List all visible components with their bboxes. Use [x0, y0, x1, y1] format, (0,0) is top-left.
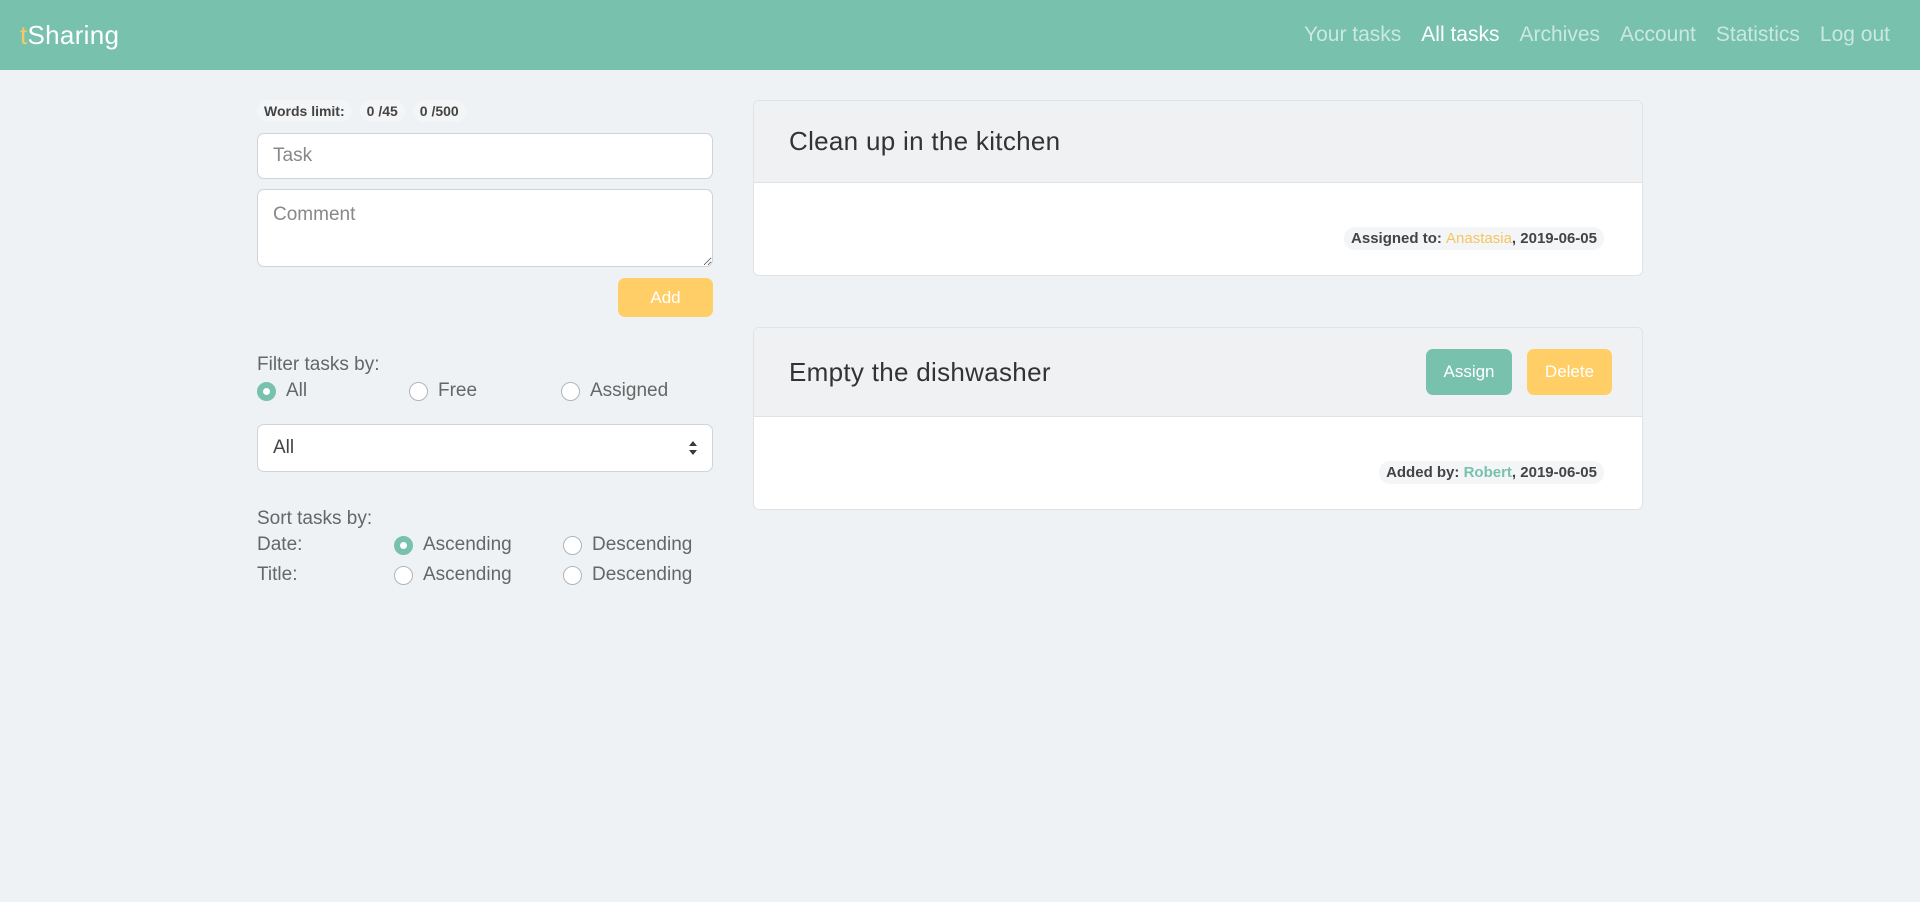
task-actions: Assign Delete [1426, 349, 1612, 395]
sort-date-label: Date: [257, 534, 303, 555]
brand-accent: t [20, 19, 28, 50]
task-meta-badge: Added by: Robert, 2019-06-05 [1379, 461, 1604, 484]
task-input[interactable] [257, 133, 713, 179]
task-meta-badge: Assigned to: Anastasia, 2019-06-05 [1344, 227, 1604, 250]
add-row: Add [257, 278, 713, 317]
radio-unchecked-icon[interactable] [561, 381, 580, 401]
add-task-button[interactable]: Add [618, 278, 713, 317]
user-filter-select[interactable]: All [257, 424, 713, 472]
filter-all-label: All [286, 380, 308, 401]
radio-unchecked-icon[interactable] [563, 535, 582, 555]
nav-link-archives[interactable]: Archives [1509, 23, 1610, 47]
brand-name: Sharing [27, 19, 120, 50]
words-limit-label: Words limit: [257, 100, 352, 122]
task-card-header: Clean up in the kitchen [754, 101, 1642, 183]
sort-date-ascending-radio[interactable]: Ascending [394, 534, 563, 556]
comment-input[interactable] [257, 189, 713, 267]
sort-title-label: Title: [257, 564, 298, 585]
comment-word-count: 0 /500 [412, 100, 466, 122]
sort-label: Sort tasks by: [257, 508, 373, 529]
nav-link-account[interactable]: Account [1610, 23, 1706, 47]
delete-button[interactable]: Delete [1527, 349, 1612, 395]
sort-title-ascending-radio[interactable]: Ascending [394, 564, 563, 586]
radio-checked-icon[interactable] [257, 381, 276, 401]
nav-link-all-tasks[interactable]: All tasks [1411, 23, 1509, 47]
sort-date-descending-label: Descending [592, 534, 693, 555]
filter-assigned-label: Assigned [590, 380, 669, 401]
filter-options: All Free Assigned [257, 376, 713, 406]
task-date: , 2019-06-05 [1511, 230, 1597, 247]
select-arrows-icon [689, 441, 697, 455]
radio-checked-icon[interactable] [394, 535, 413, 555]
task-card: Clean up in the kitchen Assigned to: Ana… [753, 100, 1643, 276]
radio-unchecked-icon[interactable] [563, 565, 582, 585]
task-card: Empty the dishwasher Assign Delete Added… [753, 327, 1643, 510]
task-card-body: Added by: Robert, 2019-06-05 [754, 417, 1642, 509]
filter-label: Filter tasks by: [257, 354, 380, 375]
filter-assigned-radio[interactable]: Assigned [561, 380, 713, 402]
sort-title-descending-radio[interactable]: Descending [563, 564, 692, 586]
radio-unchecked-icon[interactable] [409, 381, 428, 401]
filter-all-radio[interactable]: All [257, 380, 409, 402]
nav-link-your-tasks[interactable]: Your tasks [1294, 23, 1411, 47]
task-user: Anastasia [1446, 230, 1512, 247]
navbar: tSharing Your tasks All tasks Archives A… [0, 0, 1920, 70]
filter-free-label: Free [438, 380, 478, 401]
assign-button[interactable]: Assign [1426, 349, 1512, 395]
task-user: Robert [1463, 464, 1512, 481]
task-word-count: 0 /45 [359, 100, 405, 122]
nav-link-log-out[interactable]: Log out [1810, 23, 1900, 47]
sort-title-ascending-label: Ascending [423, 564, 512, 585]
task-date: , 2019-06-05 [1511, 464, 1597, 481]
task-meta-label: Added by: [1386, 464, 1460, 481]
filter-free-radio[interactable]: Free [409, 380, 561, 402]
sort-title-row: Title: Ascending Descending [257, 560, 713, 590]
sort-title-descending-label: Descending [592, 564, 693, 585]
sort-date-row: Date: Ascending Descending [257, 530, 713, 560]
task-meta-label: Assigned to: [1351, 230, 1442, 247]
task-card-header: Empty the dishwasher Assign Delete [754, 328, 1642, 417]
select-value: All [273, 437, 295, 458]
nav-links: Your tasks All tasks Archives Account St… [1294, 23, 1900, 47]
task-form-panel: Words limit: 0 /45 0 /500 Add Filter tas… [257, 100, 713, 590]
sort-date-ascending-label: Ascending [423, 534, 512, 555]
radio-unchecked-icon[interactable] [394, 565, 413, 585]
brand-logo[interactable]: tSharing [20, 20, 119, 51]
sort-date-descending-radio[interactable]: Descending [563, 534, 692, 556]
task-title: Empty the dishwasher [789, 356, 1051, 387]
task-card-body: Assigned to: Anastasia, 2019-06-05 [754, 183, 1642, 275]
task-title: Clean up in the kitchen [789, 126, 1061, 156]
words-limit: Words limit: 0 /45 0 /500 [257, 100, 713, 122]
nav-link-statistics[interactable]: Statistics [1706, 23, 1810, 47]
